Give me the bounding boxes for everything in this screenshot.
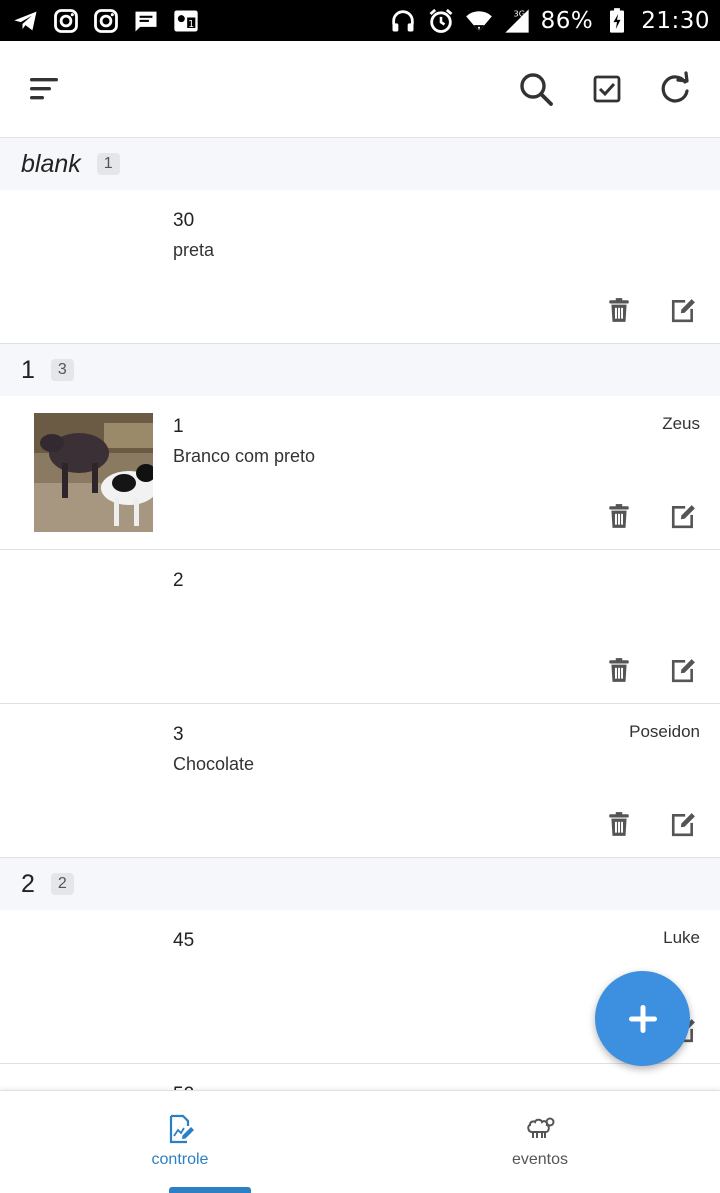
- group-header: 2 2: [0, 858, 720, 910]
- wifi-icon: [465, 7, 493, 35]
- edit-icon: [671, 505, 695, 529]
- instagram-icon: [92, 7, 120, 35]
- message-icon: [132, 7, 160, 35]
- list-item[interactable]: 30 preta: [0, 190, 720, 344]
- edit-button[interactable]: [666, 653, 700, 687]
- item-description: Branco com preto: [173, 446, 316, 466]
- edit-button[interactable]: [666, 807, 700, 841]
- plus-icon: [628, 1004, 657, 1033]
- trash-icon: [609, 658, 629, 682]
- battery-charging-icon: [603, 7, 631, 35]
- status-bar: 1 3G 86% 21:30: [0, 0, 720, 41]
- group-header: blank 1: [0, 138, 720, 190]
- search-button[interactable]: [512, 65, 560, 113]
- trash-icon: [609, 298, 629, 322]
- list-item[interactable]: 3 Chocolate Poseidon: [0, 704, 720, 858]
- bottom-navigation: controle eventos: [0, 1090, 720, 1193]
- count-badge: 3: [50, 359, 74, 381]
- instagram-icon: [52, 7, 80, 35]
- network-type-label: 3G: [513, 8, 525, 18]
- add-animal-button[interactable]: [595, 971, 690, 1066]
- animal-list[interactable]: blank 1 30 preta 1 3 1 Branco com preto …: [0, 138, 720, 1090]
- edit-button[interactable]: [666, 293, 700, 327]
- menu-button[interactable]: [20, 65, 68, 113]
- item-number: 30: [173, 210, 195, 231]
- checkbox-icon: [593, 75, 621, 103]
- signal-icon: 3G: [503, 7, 531, 35]
- app-bar: [0, 41, 720, 138]
- active-tab-indicator: [169, 1187, 251, 1193]
- tab-eventos[interactable]: eventos: [360, 1091, 720, 1193]
- edit-icon: [671, 659, 695, 683]
- edit-button[interactable]: [666, 499, 700, 533]
- group-header: 1 3: [0, 344, 720, 396]
- item-owner: Poseidon: [629, 722, 700, 741]
- group-title: 1: [21, 355, 35, 384]
- item-number: 1: [173, 416, 184, 437]
- animal-photo: [34, 413, 153, 532]
- tab-label: controle: [151, 1151, 209, 1168]
- item-number: 3: [173, 724, 184, 745]
- item-number: 45: [173, 930, 195, 951]
- tab-controle[interactable]: controle: [0, 1091, 360, 1193]
- group-title: blank: [21, 149, 81, 178]
- notification-icon: 1: [172, 7, 200, 35]
- tab-label: eventos: [511, 1151, 569, 1168]
- edit-icon: [671, 813, 695, 837]
- trash-icon: [609, 812, 629, 836]
- refresh-icon: [661, 71, 689, 103]
- telegram-icon: [12, 7, 40, 35]
- battery-percent: 86%: [540, 7, 594, 34]
- item-description: preta: [173, 240, 215, 260]
- trash-icon: [609, 504, 629, 528]
- search-icon: [520, 73, 553, 106]
- headphones-icon: [389, 7, 417, 35]
- item-number: 2: [173, 570, 184, 591]
- alarm-icon: [427, 7, 455, 35]
- sheep-icon: [527, 1117, 555, 1138]
- refresh-button[interactable]: [651, 65, 699, 113]
- item-description: Chocolate: [173, 754, 255, 774]
- delete-button[interactable]: [602, 807, 636, 841]
- list-item[interactable]: 2: [0, 550, 720, 704]
- list-item[interactable]: 52: [0, 1064, 720, 1090]
- delete-button[interactable]: [602, 653, 636, 687]
- delete-button[interactable]: [602, 293, 636, 327]
- group-title: 2: [21, 869, 35, 898]
- item-owner: Luke: [663, 928, 700, 947]
- count-badge: 2: [50, 873, 74, 895]
- svg-text:1: 1: [188, 18, 194, 29]
- clock-time: 21:30: [641, 7, 710, 34]
- item-owner: Zeus: [662, 414, 700, 433]
- delete-button[interactable]: [602, 499, 636, 533]
- edit-icon: [671, 299, 695, 323]
- count-badge: 1: [96, 153, 120, 175]
- menu-icon: [30, 78, 58, 100]
- list-item[interactable]: 1 Branco com preto Zeus: [0, 396, 720, 550]
- document-edit-icon: [169, 1114, 194, 1144]
- select-button[interactable]: [583, 65, 631, 113]
